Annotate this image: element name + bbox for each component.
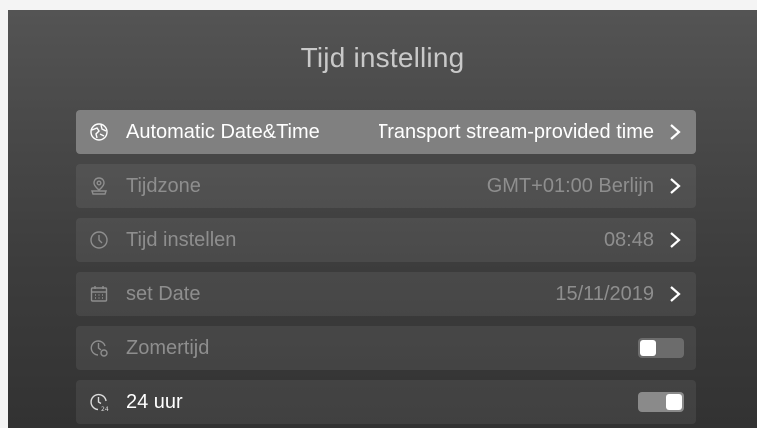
setting-value: 08:48 [603,228,654,251]
clock-icon [88,229,110,251]
setting-automatic-date-time[interactable]: Automatic Date&Time Transport stream-pro… [76,110,696,154]
24-uur-toggle[interactable] [638,392,684,412]
setting-set-date[interactable]: set Date 15/11/2019 [76,272,696,316]
toggle-knob [640,340,656,356]
setting-label: Zomertijd [126,336,210,359]
setting-tijd-instellen[interactable]: Tijd instellen 08:48 [76,218,696,262]
setting-zomertijd[interactable]: Zomertijd [76,326,696,370]
zomertijd-toggle[interactable] [638,338,684,358]
setting-value: Transport stream-provided time [379,120,654,143]
calendar-icon [88,283,110,305]
setting-24-uur[interactable]: 24 24 uur [76,380,696,424]
page-title: Tijd instelling [300,42,465,73]
setting-label: Tijdzone [126,174,201,197]
svg-text:24: 24 [101,406,109,412]
chevron-right-icon [664,175,686,197]
setting-label: Automatic Date&Time [126,120,320,143]
daylight-saving-clock-icon [88,337,110,359]
setting-tijdzone[interactable]: Tijdzone GMT+01:00 Berlijn [76,164,696,208]
setting-value: 15/11/2019 [555,282,654,305]
setting-value: GMT+01:00 Berlijn [486,174,654,197]
setting-label: set Date [126,282,201,305]
settings-list: Automatic Date&Time Transport stream-pro… [76,110,696,428]
clock-24-icon: 24 [88,391,110,413]
chevron-right-icon [664,283,686,305]
toggle-knob [666,394,682,410]
location-pin-icon [88,175,110,197]
chevron-right-icon [664,229,686,251]
chevron-right-icon [664,121,686,143]
setting-label: 24 uur [126,390,183,413]
setting-label: Tijd instellen [126,228,237,251]
tv-screen: Tijd instelling Automatic Date&Time Tran… [8,10,757,428]
globe-clock-icon [88,121,110,143]
